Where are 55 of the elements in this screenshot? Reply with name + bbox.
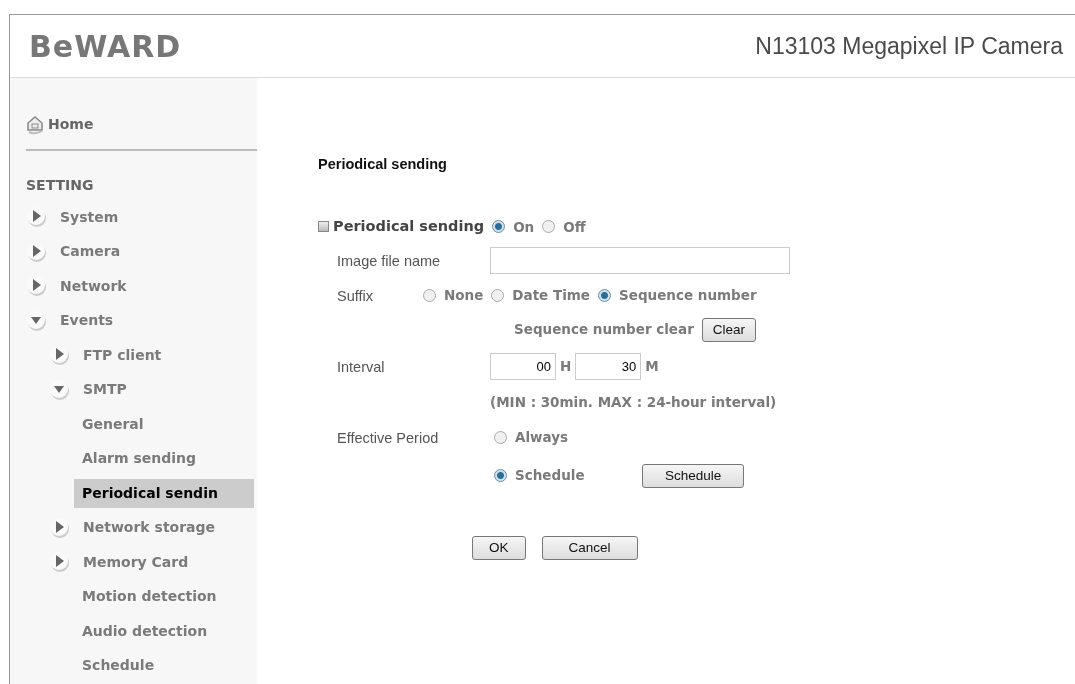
radio-button[interactable]	[423, 289, 436, 302]
ok-button[interactable]: OK	[472, 535, 526, 560]
sidebar-item[interactable]: Alarm sending	[82, 448, 197, 470]
sidebar-item[interactable]: General	[82, 413, 144, 435]
radio-label[interactable]: Schedule	[515, 465, 585, 486]
clear-label: Sequence number clear	[514, 320, 694, 340]
radio-label[interactable]: Date Time	[512, 285, 591, 306]
schedule-button[interactable]: Schedule	[642, 463, 745, 488]
text-input[interactable]	[490, 247, 790, 274]
sidebar-item[interactable]: Network storage	[83, 517, 216, 539]
sidebar-item[interactable]: Camera	[60, 241, 121, 263]
camera-title: N13103 Megapixel IP Camera	[755, 31, 1063, 61]
radio-label[interactable]: Sequence number	[619, 285, 757, 306]
sidebar-item[interactable]: FTP client	[83, 344, 162, 366]
sidebar-item[interactable]: Periodical sendin	[74, 478, 254, 508]
radio-button[interactable]	[494, 431, 507, 444]
radio-button[interactable]	[492, 220, 506, 234]
section-heading: SETTING	[25, 176, 95, 195]
interval-note: (MIN : 30min. MAX : 24-hour interval)	[490, 393, 777, 413]
radio-label[interactable]: Off	[563, 216, 586, 237]
section-label: Periodical sending	[333, 216, 485, 236]
radio-button[interactable]	[491, 289, 505, 302]
minutes-input[interactable]: 30	[575, 353, 642, 380]
sidebar-item[interactable]: Memory Card	[83, 551, 189, 573]
radio-button[interactable]	[598, 289, 612, 302]
field-label: Suffix	[337, 287, 373, 304]
hours-input[interactable]: 00	[490, 353, 556, 380]
radio-button[interactable]	[542, 220, 556, 234]
page-heading: Periodical sending	[318, 155, 448, 174]
clear-button[interactable]: Clear	[701, 317, 757, 342]
radio-label[interactable]: On	[513, 216, 535, 237]
sidebar-item[interactable]: System	[60, 206, 119, 228]
radio-label[interactable]: None	[444, 285, 484, 306]
sidebar-item[interactable]: Network	[60, 275, 127, 297]
home-icon[interactable]	[26, 114, 44, 135]
home-link[interactable]: Home	[48, 114, 94, 135]
collapsed-arrow-icon[interactable]	[49, 551, 71, 574]
collapsed-arrow-icon[interactable]	[26, 206, 48, 229]
unit-label: H	[560, 357, 572, 377]
sidebar-item[interactable]: Audio detection	[82, 620, 208, 642]
logo: BeWARD	[29, 27, 182, 66]
collapsed-arrow-icon[interactable]	[26, 275, 48, 298]
radio-button[interactable]	[494, 469, 507, 482]
field-label: Image file name	[337, 252, 441, 269]
radio-label[interactable]: Always	[515, 427, 569, 448]
field-label: Effective Period	[337, 429, 439, 446]
square-bullet-icon	[318, 221, 329, 233]
sidebar-item[interactable]: Motion detection	[82, 586, 217, 608]
cancel-button[interactable]: Cancel	[541, 535, 638, 560]
sidebar-item[interactable]: SMTP	[83, 379, 127, 401]
collapsed-arrow-icon[interactable]	[49, 344, 71, 367]
field-label: Interval	[337, 358, 385, 375]
sidebar-item[interactable]: Schedule	[82, 655, 155, 677]
unit-label: M	[645, 357, 659, 377]
sidebar-item[interactable]: Events	[60, 310, 114, 332]
